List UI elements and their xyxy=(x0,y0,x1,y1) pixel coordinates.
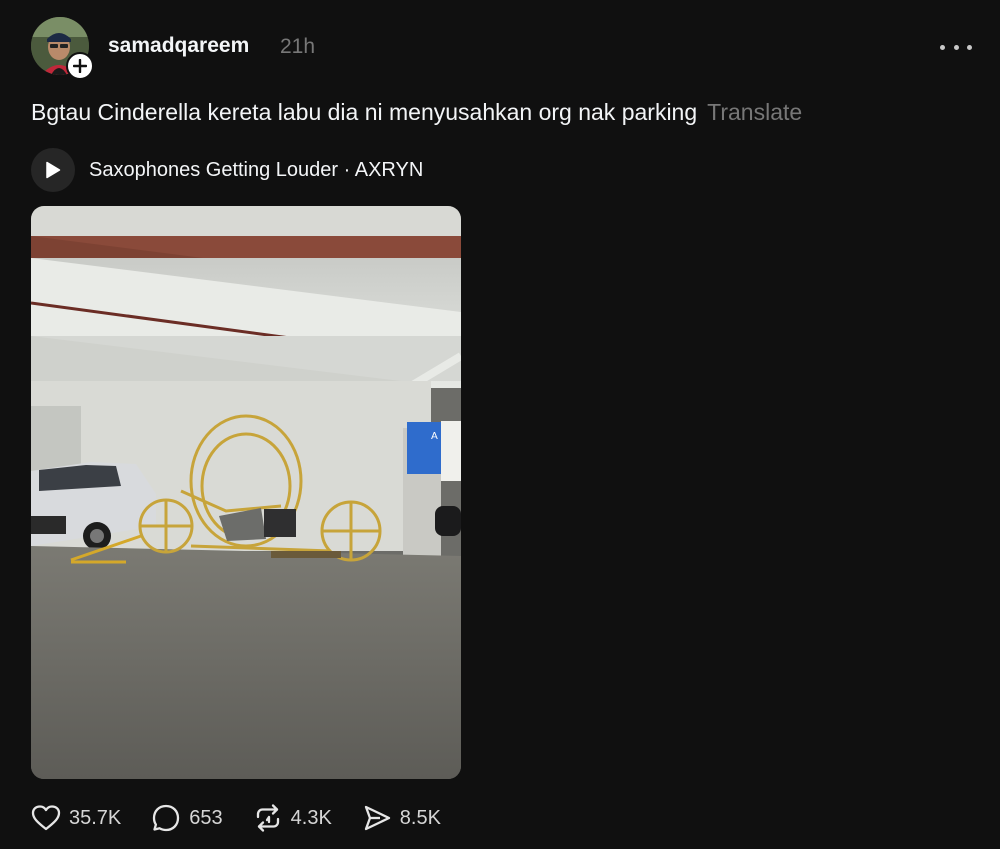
dot xyxy=(940,44,945,50)
music-attachment[interactable]: Saxophones Getting Louder · AXRYN xyxy=(31,148,423,192)
repost-count: 4.3K xyxy=(290,806,332,829)
more-options-icon[interactable] xyxy=(940,38,972,56)
username[interactable]: samadqareem xyxy=(108,34,249,58)
timestamp: 21h xyxy=(280,35,316,58)
avatar-container[interactable] xyxy=(31,17,94,80)
dot xyxy=(967,44,972,50)
caption-text: Bgtau Cinderella kereta labu dia ni meny… xyxy=(31,99,698,125)
repost-icon xyxy=(256,804,279,832)
translate-link[interactable]: Translate xyxy=(707,99,802,125)
comment-bubble-icon xyxy=(153,804,180,832)
reply-button[interactable]: 653 xyxy=(151,803,223,833)
like-count: 35.7K xyxy=(69,806,122,829)
thread-post: samadqareem 21h Bgtau Cinderella kereta … xyxy=(0,0,1000,849)
play-icon xyxy=(46,161,61,179)
follow-button[interactable] xyxy=(66,52,94,80)
post-photo[interactable]: A xyxy=(31,206,461,779)
like-button[interactable]: 35.7K xyxy=(31,804,121,832)
svg-text:A: A xyxy=(431,431,438,442)
send-icon xyxy=(364,805,390,831)
dot xyxy=(953,44,959,50)
plus-icon xyxy=(73,59,87,73)
share-count: 8.5K xyxy=(399,806,441,829)
play-button[interactable] xyxy=(31,148,75,192)
share-button[interactable]: 8.5K xyxy=(362,803,441,833)
music-label[interactable]: Saxophones Getting Louder · AXRYN xyxy=(89,159,423,182)
repost-button[interactable]: 4.3K xyxy=(253,803,332,833)
caption: Bgtau Cinderella kereta labu dia ni meny… xyxy=(31,99,802,126)
photo-carriage-in-parking-lot: A xyxy=(31,206,461,779)
reply-count: 653 xyxy=(189,806,223,829)
heart-icon xyxy=(31,805,61,831)
action-bar: 35.7K 653 4.3K 8.5K xyxy=(31,800,471,836)
